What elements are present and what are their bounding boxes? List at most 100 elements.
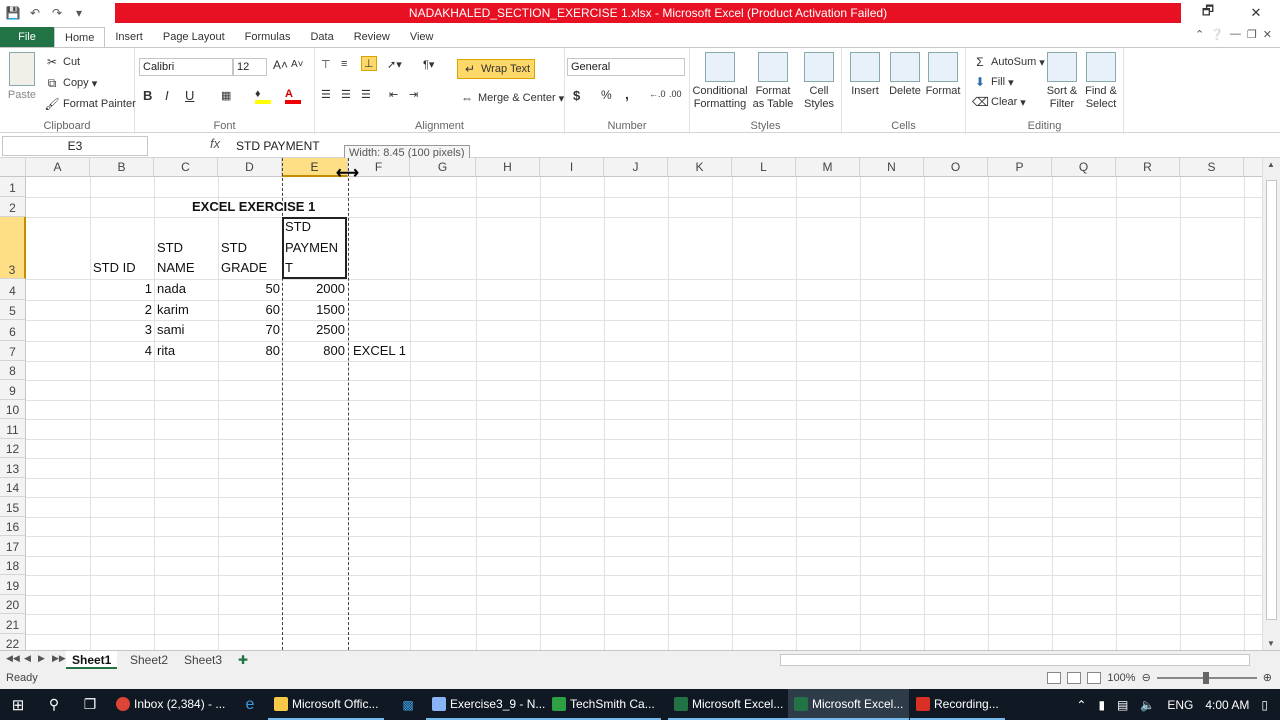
select-all-corner[interactable] xyxy=(0,158,26,177)
cell-d7[interactable]: 80 xyxy=(218,341,282,361)
cut-button[interactable]: ✂ Cut xyxy=(44,54,80,70)
row-header-10[interactable]: 10 xyxy=(0,400,26,419)
cell-d5[interactable]: 60 xyxy=(218,300,282,320)
col-header-b[interactable]: B xyxy=(90,158,154,177)
cell-d3-line1[interactable]: STD xyxy=(219,238,249,258)
font-name-select[interactable]: Calibri xyxy=(139,58,233,76)
autosum-button[interactable]: Σ AutoSum ▾ xyxy=(972,54,1045,70)
col-header-k[interactable]: K xyxy=(668,158,732,177)
row-header-13[interactable]: 13 xyxy=(0,458,26,478)
cell-styles-button[interactable]: Cell Styles xyxy=(800,52,838,111)
format-as-table-button[interactable]: Format as Table xyxy=(750,52,796,111)
bold-button[interactable]: B xyxy=(143,88,152,103)
format-painter-button[interactable]: 🖌 Format Painter xyxy=(44,96,135,112)
col-header-m[interactable]: M xyxy=(796,158,860,177)
restore-icon[interactable]: 🗗 xyxy=(1184,0,1232,26)
col-header-g[interactable]: G xyxy=(410,158,476,177)
minimize-ribbon-icon[interactable]: ⌃ xyxy=(1195,28,1204,41)
taskbar-app-recording[interactable]: Recording... xyxy=(910,689,1005,720)
currency-button[interactable]: $ xyxy=(573,88,580,103)
vertical-scroll-thumb[interactable] xyxy=(1266,180,1277,620)
tab-review[interactable]: Review xyxy=(344,27,400,47)
tab-home[interactable]: Home xyxy=(54,27,106,47)
cell-e5[interactable]: 1500 xyxy=(282,300,347,320)
battery-icon[interactable]: ▮ xyxy=(1098,698,1105,712)
selected-cell-e3[interactable] xyxy=(282,217,347,279)
col-header-s[interactable]: S xyxy=(1180,158,1244,177)
cell-c6[interactable]: sami xyxy=(155,320,186,340)
wrap-text-button[interactable]: ↵ Wrap Text xyxy=(457,59,536,79)
volume-icon[interactable]: 🔈 xyxy=(1140,698,1155,712)
row-header-2[interactable]: 2 xyxy=(0,197,26,217)
zoom-slider-knob[interactable] xyxy=(1202,671,1209,684)
row-header-4[interactable]: 4 xyxy=(0,279,26,300)
tab-insert[interactable]: Insert xyxy=(105,27,153,47)
last-sheet-icon[interactable]: ▶▶ xyxy=(52,653,66,664)
cell-b7[interactable]: 4 xyxy=(90,341,154,361)
row-header-8[interactable]: 8 xyxy=(0,361,26,380)
zoom-slider[interactable] xyxy=(1156,671,1257,684)
row-header-1[interactable]: 1 xyxy=(0,177,26,197)
row-header-20[interactable]: 20 xyxy=(0,595,26,614)
col-header-t[interactable] xyxy=(1244,158,1262,177)
paste-button[interactable]: Paste xyxy=(6,52,38,102)
italic-button[interactable]: I xyxy=(165,88,169,103)
col-header-c[interactable]: C xyxy=(154,158,218,177)
col-header-q[interactable]: Q xyxy=(1052,158,1116,177)
cell-b3[interactable]: STD ID xyxy=(91,258,138,278)
fill-button[interactable]: ⬇ Fill ▾ xyxy=(972,74,1014,90)
borders-icon[interactable]: ▦ xyxy=(221,89,231,102)
name-box[interactable]: E3 xyxy=(2,136,148,156)
col-header-j[interactable]: J xyxy=(604,158,668,177)
minimize-icon[interactable]: — xyxy=(1230,28,1241,41)
page-break-view-icon[interactable] xyxy=(1087,671,1102,684)
windows-start-icon[interactable]: ⊞ xyxy=(0,689,36,720)
cell-title[interactable]: EXCEL EXERCISE 1 xyxy=(190,197,317,217)
increase-decimal-icon[interactable]: ←.0 xyxy=(649,89,666,99)
zoom-in-icon[interactable]: ⊕ xyxy=(1263,671,1272,684)
row-header-22[interactable]: 22 xyxy=(0,634,26,650)
cell-e4[interactable]: 2000 xyxy=(282,279,347,299)
prev-sheet-icon[interactable]: ◀ xyxy=(24,653,31,664)
restore-workbook-icon[interactable]: ❐ xyxy=(1247,28,1257,41)
row-header-19[interactable]: 19 xyxy=(0,575,26,595)
col-header-r[interactable]: R xyxy=(1116,158,1180,177)
comma-button[interactable]: , xyxy=(625,86,629,102)
row-header-14[interactable]: 14 xyxy=(0,478,26,497)
row-header-3[interactable]: 3 xyxy=(0,217,26,279)
tab-formulas[interactable]: Formulas xyxy=(235,27,301,47)
align-right-icon[interactable]: ☰ xyxy=(361,88,371,101)
copy-button[interactable]: ⧉ Copy ▾ xyxy=(44,75,98,91)
paragraph-icon[interactable]: ¶▾ xyxy=(423,58,434,71)
page-layout-view-icon[interactable] xyxy=(1067,671,1082,684)
horizontal-scrollbar[interactable] xyxy=(780,654,1250,666)
col-header-d[interactable]: D xyxy=(218,158,282,177)
row-header-16[interactable]: 16 xyxy=(0,517,26,536)
row-header-17[interactable]: 17 xyxy=(0,536,26,556)
first-sheet-icon[interactable]: ◀◀ xyxy=(6,653,20,664)
col-header-h[interactable]: H xyxy=(476,158,540,177)
insert-sheet-icon[interactable]: ✚ xyxy=(232,651,254,669)
increase-indent-icon[interactable]: ⇥ xyxy=(409,88,418,101)
cell-e7[interactable]: 800 xyxy=(282,341,347,361)
sort-filter-button[interactable]: Sort & Filter xyxy=(1044,52,1080,111)
row-header-18[interactable]: 18 xyxy=(0,556,26,575)
cell-d3-line2[interactable]: GRADE xyxy=(219,258,269,278)
row-header-5[interactable]: 5 xyxy=(0,300,26,320)
decrease-decimal-icon[interactable]: .00 xyxy=(669,89,682,99)
find-select-button[interactable]: Find & Select xyxy=(1082,52,1120,111)
close-icon[interactable]: ✕ xyxy=(1232,0,1280,26)
tab-view[interactable]: View xyxy=(400,27,444,47)
conditional-formatting-button[interactable]: Conditional Formatting xyxy=(692,52,748,111)
taskbar-app-chrome[interactable]: Inbox (2,384) - ... xyxy=(110,689,231,720)
edge-icon[interactable]: e xyxy=(236,689,264,720)
col-header-n[interactable]: N xyxy=(860,158,924,177)
cell-e6[interactable]: 2500 xyxy=(282,320,347,340)
percent-button[interactable]: % xyxy=(601,88,612,102)
taskbar-app-techsmith[interactable]: TechSmith Ca... xyxy=(546,689,661,720)
number-format-select[interactable]: General xyxy=(567,58,685,76)
col-header-l[interactable]: L xyxy=(732,158,796,177)
orientation-icon[interactable]: ➚▾ xyxy=(387,58,402,71)
close-workbook-icon[interactable]: ✕ xyxy=(1263,28,1272,41)
col-header-o[interactable]: O xyxy=(924,158,988,177)
